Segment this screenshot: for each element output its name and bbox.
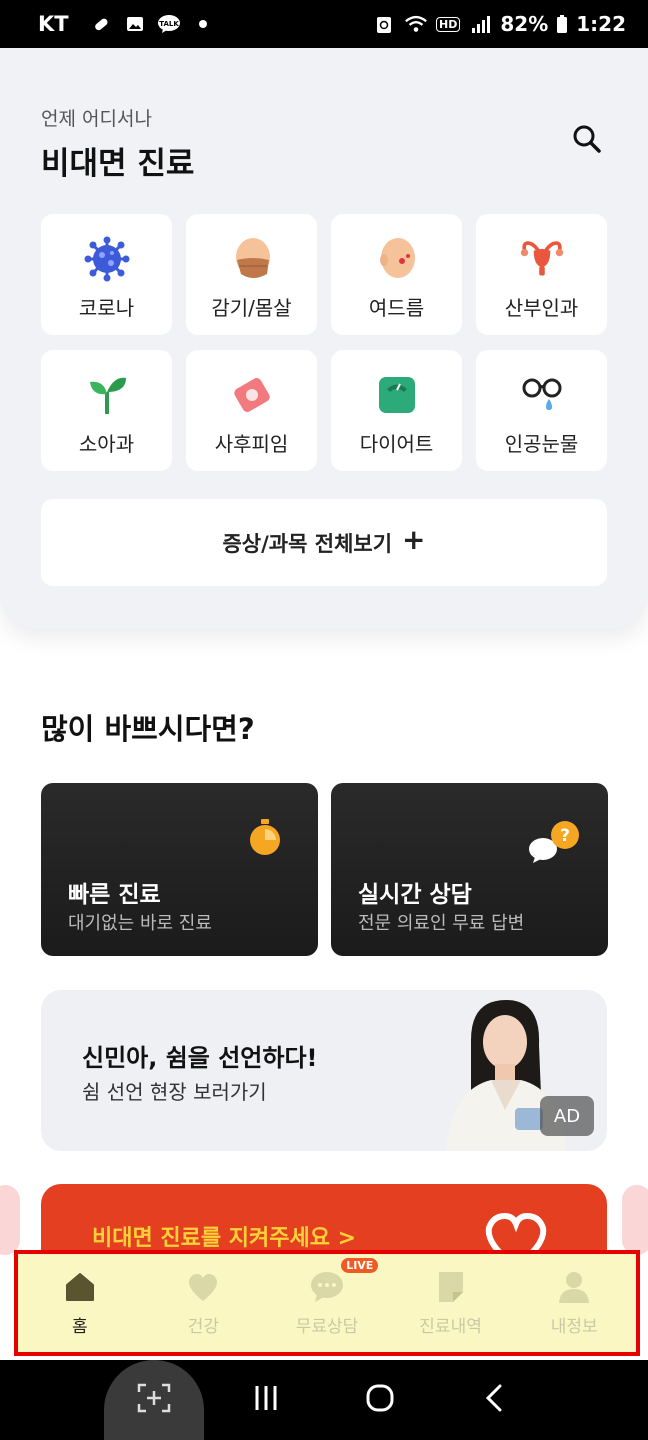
card-subtitle: 대기없는 바로 진료 [68,913,212,934]
sprout-icon [84,372,130,418]
back-arrow-icon [483,1383,505,1417]
carrier-label: KT [38,12,69,36]
search-icon [572,124,602,158]
promo-text: 비대면 진료를 지켜주세요 > [92,1226,357,1251]
wifi-icon [404,12,428,36]
category-tile-eye-drops[interactable]: 인공눈물 [476,350,607,471]
stopwatch-icon [247,817,283,861]
nav-label: 무료상담 [295,1317,359,1337]
carousel-next-peek [622,1185,648,1255]
category-tile-diet[interactable]: 다이어트 [331,350,462,471]
chat-icon [308,1268,346,1306]
category-label: 여드름 [368,296,425,320]
scan-icon [137,1383,171,1417]
header-subtitle: 언제 어디서나 [41,108,152,130]
live-consult-card[interactable]: ? 실시간 상담 전문 의료인 무료 답변 [331,783,608,956]
category-tile-covid[interactable]: 코로나 [41,214,172,335]
search-button[interactable] [568,122,606,160]
uterus-icon [519,236,565,282]
clock: 1:22 [576,12,626,36]
masked-face-icon [229,236,275,282]
category-tile-obgyn[interactable]: 산부인과 [476,214,607,335]
person-icon [555,1268,593,1306]
hd-badge: HD [436,16,461,32]
category-label: 산부인과 [504,296,579,320]
recent-apps-icon [252,1384,280,1416]
nav-label: 내정보 [550,1317,598,1337]
view-all-button[interactable]: 증상/과목 전체보기 + [41,499,607,586]
assistant-button[interactable] [104,1360,204,1440]
heart-icon [184,1268,222,1306]
svg-text:?: ? [560,826,570,846]
home-icon [61,1268,99,1306]
virus-icon [84,236,130,282]
nav-free-consult[interactable]: LIVE 무료상담 [265,1254,389,1352]
talk-notification-icon: TALK [157,12,181,36]
recycle-icon [372,12,396,36]
nav-my-info[interactable]: 내정보 [512,1254,636,1352]
document-icon [432,1268,470,1306]
pill-notification-icon [89,12,113,36]
nav-label: 진료내역 [419,1317,482,1337]
nav-home[interactable]: 홈 [18,1254,142,1352]
svg-text:TALK: TALK [159,20,179,28]
card-title: 빠른 진료 [68,882,161,908]
category-tile-cold[interactable]: 감기/몸살 [186,214,317,335]
category-label: 감기/몸살 [211,296,292,320]
status-bar: KT TALK HD 82% 1:22 [0,0,648,48]
live-badge: LIVE [341,1258,379,1273]
acne-face-icon [374,236,420,282]
home-circle-icon [365,1383,395,1417]
category-tile-emergency-contraception[interactable]: 사후피임 [186,350,317,471]
quick-care-card[interactable]: 빠른 진료 대기없는 바로 진료 [41,783,318,956]
nav-health[interactable]: 건강 [142,1254,266,1352]
glasses-drop-icon [519,372,565,418]
bottom-navigation: 홈 건강 LIVE 무료상담 진료내역 내정보 [14,1250,640,1356]
category-label: 사후피임 [214,432,289,456]
chat-question-icon: ? [527,819,583,869]
ad-subtitle: 쉼 선언 현장 보러가기 [82,1080,267,1104]
nav-label: 홈 [71,1317,88,1337]
system-navigation-bar [0,1360,648,1440]
dot-indicator-icon [191,12,215,36]
recent-apps-button[interactable] [246,1380,286,1420]
category-label: 코로나 [78,296,135,320]
nav-label: 건강 [187,1317,220,1337]
scale-icon [374,372,420,418]
view-all-label: 증상/과목 전체보기 [222,531,393,556]
section-title: 많이 바쁘시다면? [41,712,255,746]
battery-icon [556,12,568,36]
plus-icon: + [402,523,426,556]
ad-title: 신민아, 쉼을 선언하다! [82,1044,318,1072]
home-system-button[interactable] [360,1380,400,1420]
signal-icon [468,12,492,36]
back-button[interactable] [474,1380,514,1420]
category-label: 다이어트 [359,432,434,456]
page-title: 비대면 진료 [41,146,195,182]
card-subtitle: 전문 의료인 무료 답변 [358,913,525,934]
pill-pack-icon [229,372,275,418]
ad-badge: AD [540,1096,594,1136]
nav-history[interactable]: 진료내역 [389,1254,513,1352]
battery-percent: 82% [500,12,549,36]
category-tile-pediatrics[interactable]: 소아과 [41,350,172,471]
carousel-prev-peek [0,1185,20,1255]
category-label: 소아과 [78,432,135,456]
card-title: 실시간 상담 [358,882,472,908]
category-tile-acne[interactable]: 여드름 [331,214,462,335]
gallery-notification-icon [123,12,147,36]
ad-banner[interactable]: 신민아, 쉼을 선언하다! 쉼 선언 현장 보러가기 AD [41,990,607,1151]
category-label: 인공눈물 [504,432,579,456]
